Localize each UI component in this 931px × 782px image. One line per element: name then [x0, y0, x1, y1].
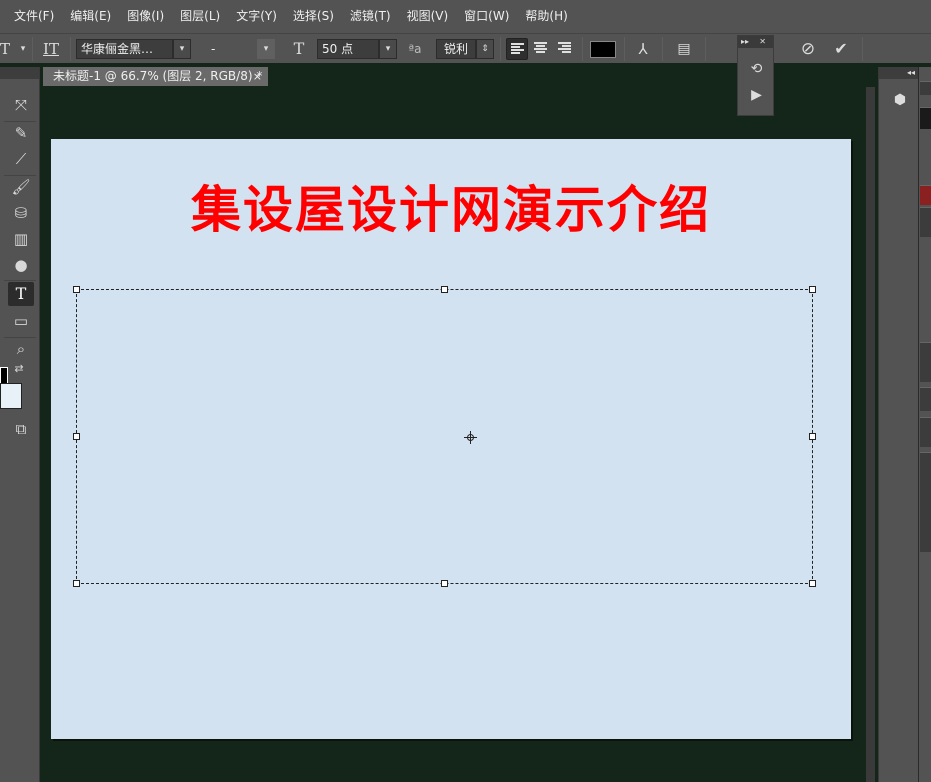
- menu-edit[interactable]: 编辑(E): [62, 0, 119, 33]
- separator: [582, 37, 583, 61]
- move-tool-icon[interactable]: ⤧: [8, 93, 34, 117]
- cancel-edit-icon[interactable]: ⊘: [797, 38, 819, 60]
- separator: [662, 37, 663, 61]
- resize-handle-bottom-left[interactable]: [73, 580, 80, 587]
- antialias-dropdown[interactable]: ⇕: [476, 39, 494, 59]
- separator: [705, 37, 706, 61]
- menu-window[interactable]: 窗口(W): [456, 0, 517, 33]
- resize-handle-top-left[interactable]: [73, 286, 80, 293]
- resize-handle-top[interactable]: [441, 286, 448, 293]
- swatches-strip[interactable]: [920, 185, 931, 205]
- document-tab[interactable]: 未标题-1 @ 66.7% (图层 2, RGB/8) * ×: [43, 67, 268, 86]
- menu-image[interactable]: 图像(I): [119, 0, 172, 33]
- font-size-dropdown[interactable]: ▾: [379, 39, 397, 59]
- align-center-button[interactable]: [530, 38, 552, 60]
- menu-view[interactable]: 视图(V): [399, 0, 457, 33]
- color-swatch[interactable]: [920, 107, 931, 129]
- mini-panel-header[interactable]: ▸▸ ✕: [738, 36, 773, 48]
- swap-colors-icon[interactable]: ⇄: [12, 362, 26, 376]
- panel-section[interactable]: [920, 452, 931, 552]
- text-orientation-icon[interactable]: IT: [40, 38, 62, 60]
- separator: [500, 37, 501, 61]
- text-color-swatch[interactable]: [590, 41, 616, 58]
- commit-edit-icon[interactable]: ✔: [830, 38, 852, 60]
- type-tool-icon[interactable]: T: [8, 282, 34, 306]
- font-size-field[interactable]: 50 点: [317, 39, 379, 59]
- separator: [70, 37, 71, 61]
- menu-select[interactable]: 选择(S): [285, 0, 342, 33]
- eyedropper-tool-icon[interactable]: ⟋: [8, 147, 34, 171]
- separator: [862, 37, 863, 61]
- floating-mini-panel: ▸▸ ✕ ⟲ ▶: [737, 35, 774, 116]
- font-size-icon: T: [293, 39, 305, 58]
- resize-handle-bottom-right[interactable]: [809, 580, 816, 587]
- chevron-down-icon[interactable]: ▾: [12, 38, 34, 60]
- panel-section[interactable]: [920, 207, 931, 237]
- align-center-icon: [534, 42, 547, 54]
- font-family-dropdown[interactable]: ▾: [173, 39, 191, 59]
- panel-dock-collapsed: ◂◂ ⬢: [878, 67, 918, 782]
- text-bounding-box[interactable]: [73, 286, 816, 587]
- separator: [624, 37, 625, 61]
- menu-filter[interactable]: 滤镜(T): [342, 0, 399, 33]
- align-left-icon: [511, 43, 524, 55]
- font-style-dropdown[interactable]: ▾: [257, 39, 275, 59]
- menu-bar: 文件(F) 编辑(E) 图像(I) 图层(L) 文字(Y) 选择(S) 滤镜(T…: [0, 0, 931, 33]
- separator: [4, 280, 36, 281]
- panel-tab[interactable]: [920, 81, 931, 95]
- menu-help[interactable]: 帮助(H): [517, 0, 575, 33]
- warp-text-icon[interactable]: ⅄: [632, 38, 654, 60]
- gradient-tool-icon[interactable]: ▥: [8, 227, 34, 251]
- align-left-button[interactable]: [506, 38, 528, 60]
- resize-handle-right[interactable]: [809, 433, 816, 440]
- clone-stamp-tool-icon[interactable]: ⛁: [8, 201, 34, 225]
- panel-field[interactable]: [920, 387, 931, 411]
- align-right-icon: [558, 42, 571, 54]
- options-bar: T ▾ IT 华康俪金黑… ▾ - ▾ T 50 点 ▾ ªa 锐利 ⇕ ⅄ ▤…: [0, 33, 931, 63]
- reference-point-icon[interactable]: [464, 431, 477, 444]
- 3d-icon[interactable]: ⬢: [889, 89, 911, 111]
- antialias-icon: ªa: [408, 42, 422, 56]
- resize-handle-top-right[interactable]: [809, 286, 816, 293]
- headline-text-layer[interactable]: 集设屋设计网演示介绍: [51, 180, 851, 240]
- document-tab-title: 未标题-1 @ 66.7% (图层 2, RGB/8) *: [53, 69, 263, 83]
- separator: [32, 37, 33, 61]
- tools-panel: ⤧ ✎ ⟋ 🖌 ⛁ ▥ ● T ▭ ⌕ ⇄ ⧉: [0, 67, 40, 782]
- font-style-field[interactable]: -: [202, 39, 257, 59]
- document-canvas[interactable]: 集设屋设计网演示介绍: [51, 139, 851, 739]
- resize-handle-left[interactable]: [73, 433, 80, 440]
- brush-tool-icon[interactable]: 🖌: [8, 175, 34, 199]
- background-color-swatch[interactable]: [0, 383, 22, 409]
- panel-section[interactable]: [920, 417, 931, 447]
- play-icon[interactable]: ▶: [738, 82, 775, 108]
- align-right-button[interactable]: [554, 38, 576, 60]
- panel-section[interactable]: [920, 342, 931, 382]
- rectangle-tool-icon[interactable]: ▭: [8, 309, 34, 333]
- screen-mode-icon[interactable]: ⧉: [8, 417, 34, 441]
- menu-layer[interactable]: 图层(L): [172, 0, 228, 33]
- dodge-tool-icon[interactable]: ●: [8, 253, 34, 277]
- quick-selection-tool-icon[interactable]: ✎: [8, 121, 34, 145]
- font-family-field[interactable]: 华康俪金黑…: [76, 39, 173, 59]
- zoom-tool-icon[interactable]: ⌕: [8, 337, 34, 361]
- menu-type[interactable]: 文字(Y): [228, 0, 285, 33]
- antialias-field[interactable]: 锐利: [436, 39, 476, 59]
- dock-expand-button[interactable]: ◂◂: [879, 67, 918, 79]
- close-icon[interactable]: ×: [253, 67, 262, 86]
- history-icon[interactable]: ⟲: [738, 56, 775, 82]
- vertical-scrollbar[interactable]: [866, 87, 875, 782]
- tools-panel-header[interactable]: [0, 67, 39, 79]
- character-panel-icon[interactable]: ▤: [673, 38, 695, 60]
- menu-file[interactable]: 文件(F): [6, 0, 62, 33]
- panel-dock-expanded-edge: [918, 67, 931, 782]
- resize-handle-bottom[interactable]: [441, 580, 448, 587]
